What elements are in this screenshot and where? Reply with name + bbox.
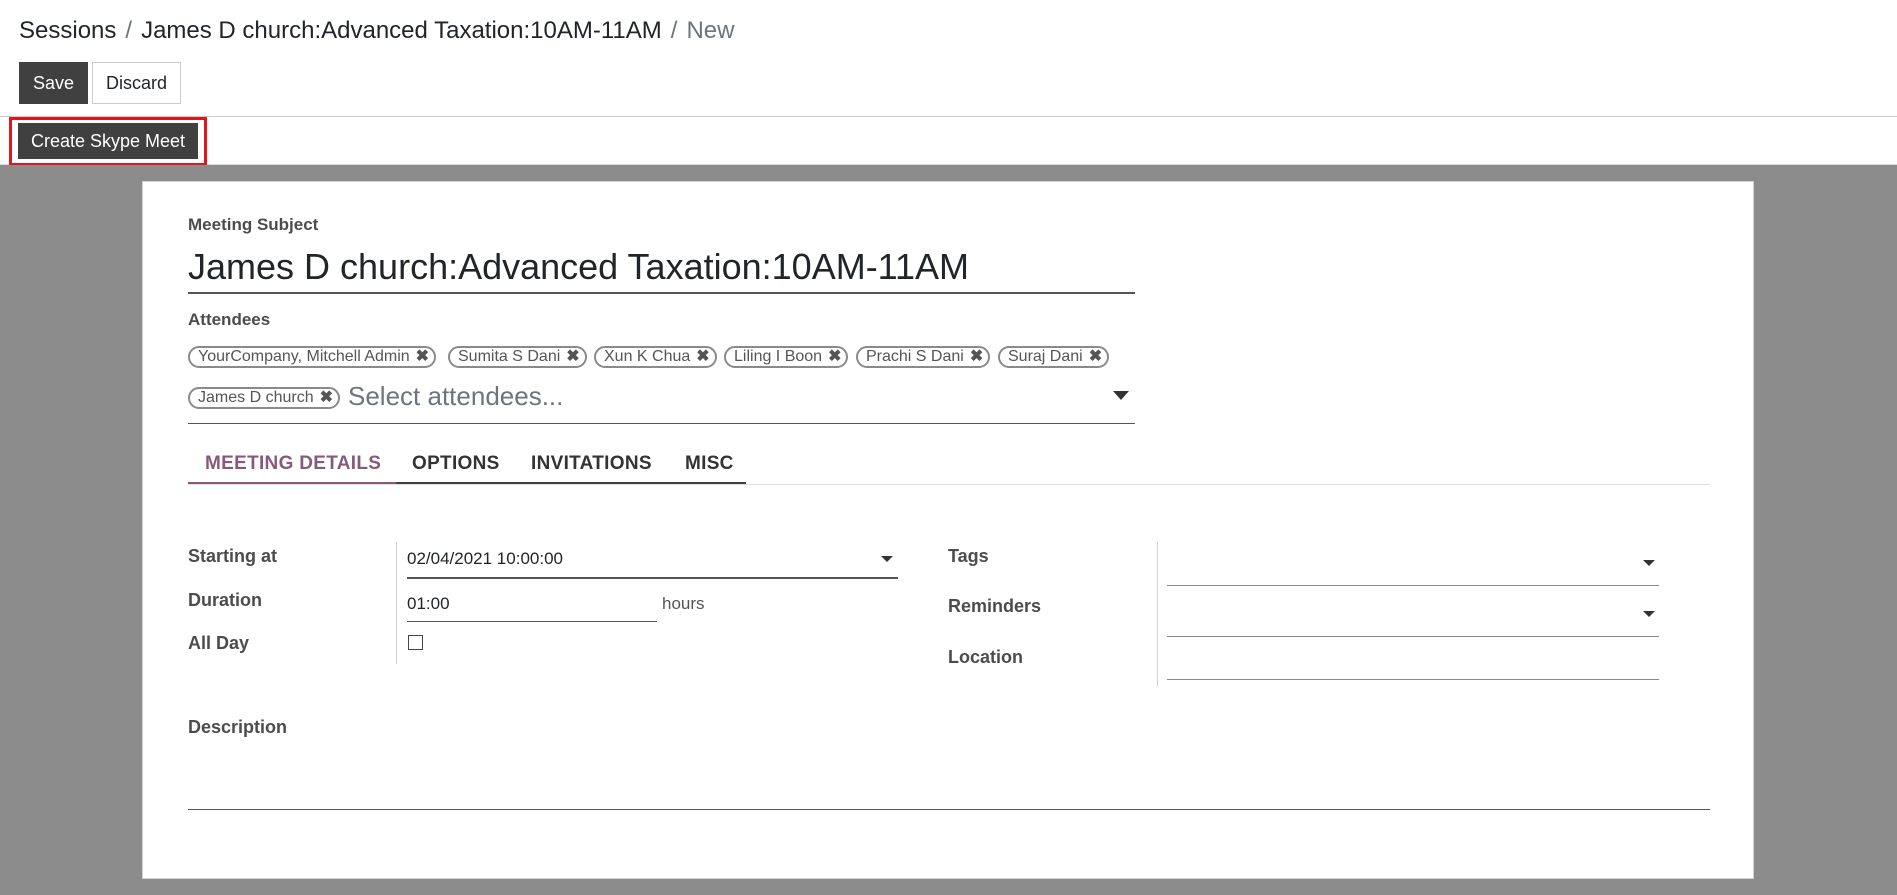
tab-underline [396, 482, 746, 484]
all-day-label: All Day [188, 633, 250, 653]
attendees-label: Attendees [188, 310, 271, 329]
remove-tag-icon[interactable]: ✖ [828, 348, 841, 366]
chevron-down-icon[interactable] [1643, 611, 1655, 617]
duration-label: Duration [188, 590, 262, 610]
description-underline [188, 809, 1710, 810]
highlight-box [9, 117, 207, 166]
remove-tag-icon[interactable]: ✖ [1089, 348, 1102, 366]
tab-meeting-details[interactable]: MEETING DETAILS [205, 444, 381, 484]
chevron-down-icon[interactable] [1643, 560, 1655, 566]
location-label: Location [948, 647, 1023, 667]
attendee-tag-label: James D church [198, 389, 314, 406]
field-separator [396, 542, 397, 664]
breadcrumb-session-record[interactable]: James D church:Advanced Taxation:10AM-11… [141, 17, 662, 44]
tags-underline [1167, 585, 1659, 586]
field-separator [1157, 542, 1158, 686]
form-sheet: Meeting Subject James D church:Advanced … [142, 181, 1754, 879]
remove-tag-icon[interactable]: ✖ [696, 348, 709, 366]
meeting-subject-input[interactable]: James D church:Advanced Taxation:10AM-11… [188, 242, 1135, 294]
breadcrumb: Sessions / James D church:Advanced Taxatio… [19, 16, 734, 46]
tab-misc[interactable]: MISC [685, 444, 734, 484]
attendee-tag: Liling I Boon ✖ [724, 346, 849, 368]
attendee-tag-label: Prachi S Dani [866, 348, 964, 365]
attendee-tag-label: Suraj Dani [1008, 348, 1083, 365]
notebook-tabs: MEETING DETAILS OPTIONS INVITATIONS MISC [188, 444, 1710, 485]
meeting-subject-label: Meeting Subject [188, 215, 319, 234]
starting-at-value: 02/04/2021 10:00:00 [407, 549, 563, 568]
remove-tag-icon[interactable]: ✖ [566, 348, 579, 366]
remove-tag-icon[interactable]: ✖ [970, 348, 983, 366]
save-button[interactable]: Save [19, 62, 88, 104]
active-tab-indicator [188, 482, 396, 484]
attendees-search-input[interactable]: Select attendees... [348, 381, 563, 412]
attendee-tag: Prachi S Dani ✖ [856, 346, 991, 368]
attendee-tag: YourCompany, Mitchell Admin ✖ [188, 346, 437, 368]
discard-button[interactable]: Discard [92, 62, 181, 104]
attendee-tag-label: Liling I Boon [734, 348, 823, 365]
remove-tag-icon[interactable]: ✖ [416, 348, 429, 366]
attendee-tag-label: YourCompany, Mitchell Admin [198, 348, 410, 365]
reminders-underline [1167, 636, 1659, 637]
starting-at-label: Starting at [188, 546, 278, 566]
tags-label: Tags [948, 546, 989, 566]
attendee-tag: Xun K Chua ✖ [594, 346, 717, 368]
form-header-bar: Create Skype Meet [0, 117, 1897, 165]
attendees-underline [188, 423, 1135, 424]
breadcrumb-separator: / [670, 17, 678, 44]
attendee-tag-label: Sumita S Dani [458, 348, 561, 365]
tab-options[interactable]: OPTIONS [412, 444, 500, 484]
attendee-tag: Sumita S Dani ✖ [448, 346, 587, 368]
tab-invitations[interactable]: INVITATIONS [531, 444, 652, 484]
duration-value: 01:00 [407, 594, 450, 613]
breadcrumb-separator: / [125, 17, 133, 44]
chevron-down-icon[interactable] [881, 556, 893, 562]
remove-tag-icon[interactable]: ✖ [320, 389, 333, 407]
attendee-tag: James D church ✖ [188, 387, 340, 409]
duration-underline [407, 621, 657, 622]
breadcrumb-current: New [686, 17, 735, 44]
starting-at-underline [407, 577, 898, 579]
control-panel: Sessions / James D church:Advanced Taxatio… [0, 0, 1897, 117]
attendee-tag: Suraj Dani ✖ [998, 346, 1110, 368]
reminders-label: Reminders [948, 596, 1042, 616]
all-day-checkbox[interactable] [408, 635, 423, 650]
attendee-tag-label: Xun K Chua [604, 348, 691, 365]
description-label: Description [188, 717, 288, 737]
duration-unit: hours [662, 594, 705, 613]
breadcrumb-sessions[interactable]: Sessions [19, 17, 116, 44]
location-underline [1167, 679, 1659, 680]
chevron-down-icon[interactable] [1113, 391, 1129, 400]
